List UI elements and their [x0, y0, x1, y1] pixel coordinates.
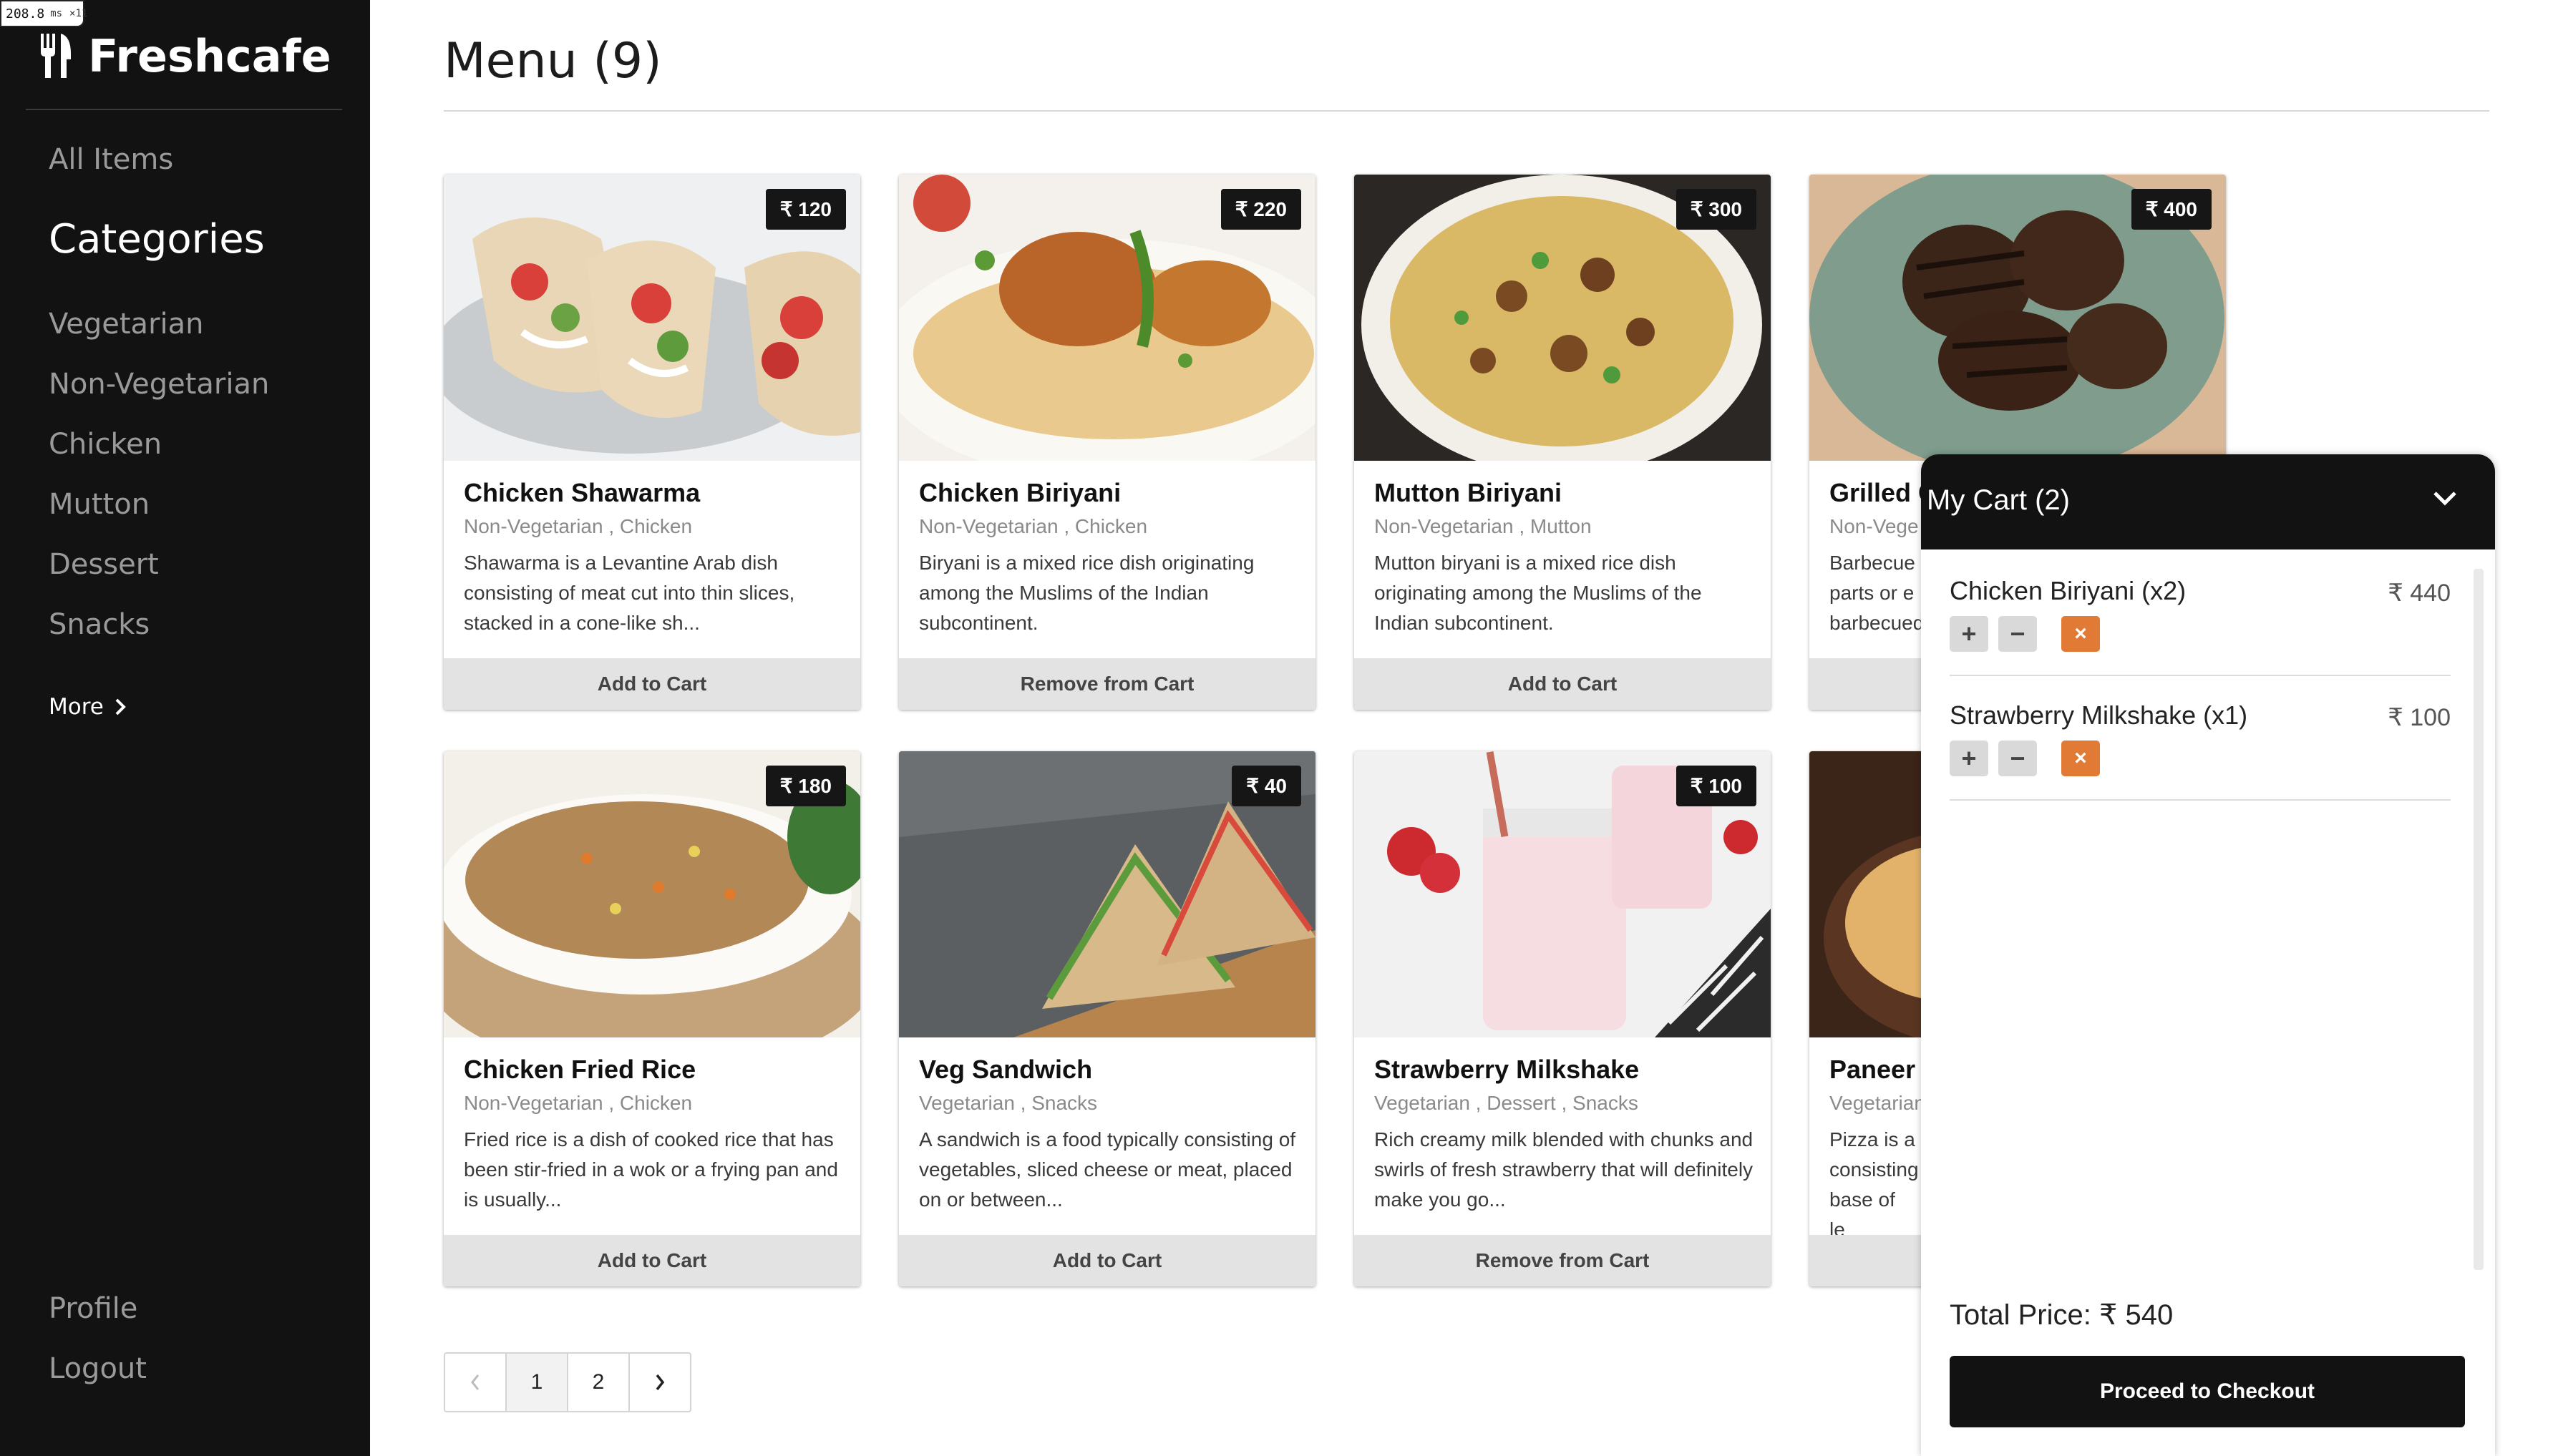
- item-name: Mutton Biriyani: [1374, 478, 1562, 507]
- item-categories: Non-Vegetarian , Mutton: [1374, 515, 1592, 537]
- nav-profile[interactable]: Profile: [49, 1292, 137, 1325]
- item-categories: Vegetarian , Dessert , Snacks: [1374, 1092, 1638, 1114]
- category-snacks[interactable]: Snacks: [49, 608, 150, 641]
- item-description: Mutton biryani is a mixed rice dish orig…: [1374, 552, 1702, 634]
- add-to-cart-button[interactable]: Add to Cart: [444, 658, 860, 710]
- chevron-right-icon: [115, 698, 126, 715]
- nav-all-items[interactable]: All Items: [49, 143, 173, 176]
- menu-card: ₹ 220 Chicken Biriyani Non-Vegetarian , …: [899, 175, 1315, 710]
- item-name: Strawberry Milkshake: [1374, 1055, 1640, 1084]
- item-description: Biryani is a mixed rice dish originating…: [919, 552, 1255, 634]
- perf-unit: ms: [50, 8, 63, 19]
- nav-logout[interactable]: Logout: [49, 1352, 147, 1385]
- perf-time: 208.8: [6, 6, 45, 21]
- item-description: Rich creamy milk blended with chunks and…: [1374, 1128, 1754, 1211]
- perf-count: ×11: [69, 8, 88, 19]
- pagination: 1 2: [444, 1352, 691, 1412]
- menu-card: ₹ 180 Chicken Fried Rice Non-Vegetarian …: [444, 751, 860, 1286]
- item-categories: Vegetarian , Snacks: [919, 1092, 1098, 1114]
- price-badge: ₹ 400: [2131, 189, 2212, 230]
- page-1-button[interactable]: 1: [507, 1354, 568, 1411]
- menu-card: ₹ 300 Mutton Biriyani Non-Vegetarian , M…: [1354, 175, 1771, 710]
- item-name: Veg Sandwich: [919, 1055, 1093, 1084]
- remove-from-cart-button[interactable]: Remove from Cart: [1354, 1235, 1771, 1286]
- remove-item-button[interactable]: ×: [2061, 741, 2100, 776]
- item-description: Shawarma is a Levantine Arab dish consis…: [464, 552, 795, 634]
- cart-total: Total Price: ₹ 540: [1950, 1299, 2174, 1331]
- decrease-quantity-button[interactable]: −: [1998, 741, 2037, 776]
- add-to-cart-button[interactable]: Add to Cart: [444, 1235, 860, 1286]
- item-categories: Non-Vege: [1829, 515, 1919, 537]
- cart-item: Chicken Biriyani (x2) ₹ 440 + − ×: [1950, 569, 2451, 676]
- add-to-cart-button[interactable]: Add to Cart: [899, 1235, 1315, 1286]
- item-categories: Non-Vegetarian , Chicken: [464, 515, 693, 537]
- item-categories: Non-Vegetarian , Chicken: [464, 1092, 693, 1114]
- increase-quantity-button[interactable]: +: [1950, 616, 1988, 652]
- item-name: Chicken Biriyani: [919, 478, 1122, 507]
- price-badge: ₹ 180: [765, 766, 846, 806]
- item-name: Paneer I: [1829, 1055, 1930, 1084]
- category-chicken[interactable]: Chicken: [49, 428, 162, 461]
- item-name: Chicken Shawarma: [464, 478, 701, 507]
- cart-item: Strawberry Milkshake (x1) ₹ 100 + − ×: [1950, 693, 2451, 801]
- chevron-left-icon: [471, 1374, 480, 1390]
- price-badge: ₹ 40: [1232, 766, 1301, 806]
- category-non-vegetarian[interactable]: Non-Vegetarian: [49, 368, 269, 401]
- cart-item-name: Strawberry Milkshake (x1): [1950, 700, 2248, 730]
- increase-quantity-button[interactable]: +: [1950, 741, 1988, 776]
- price-badge: ₹ 300: [1676, 189, 1756, 230]
- more-label: More: [49, 694, 104, 720]
- fork-knife-icon: [41, 33, 71, 78]
- category-dessert[interactable]: Dessert: [49, 548, 159, 581]
- page-title: Menu (9): [444, 33, 662, 89]
- item-description: A sandwich is a food typically consistin…: [919, 1128, 1296, 1211]
- remove-from-cart-button[interactable]: Remove from Cart: [899, 658, 1315, 710]
- cart-header[interactable]: My Cart (2): [1921, 454, 2495, 549]
- price-badge: ₹ 220: [1220, 189, 1301, 230]
- category-vegetarian[interactable]: Vegetarian: [49, 308, 203, 341]
- cart-item-name: Chicken Biriyani (x2): [1950, 576, 2187, 605]
- divider: [26, 109, 342, 110]
- checkout-button[interactable]: Proceed to Checkout: [1950, 1356, 2465, 1427]
- cart-title: My Cart (2): [1927, 484, 2070, 516]
- price-badge: ₹ 100: [1676, 766, 1756, 806]
- item-name: Chicken Fried Rice: [464, 1055, 696, 1084]
- chevron-right-icon: [656, 1374, 665, 1391]
- menu-card: ₹ 40 Veg Sandwich Vegetarian , Snacks A …: [899, 751, 1315, 1286]
- chevron-down-icon[interactable]: [2431, 487, 2459, 509]
- menu-card: ₹ 120 Chicken Shawarma Non-Vegetarian , …: [444, 175, 860, 710]
- divider: [444, 110, 2489, 112]
- category-mutton[interactable]: Mutton: [49, 488, 150, 521]
- decrease-quantity-button[interactable]: −: [1998, 616, 2037, 652]
- more-button[interactable]: More: [49, 694, 127, 720]
- perf-overlay: 208.8 ms ×11: [0, 0, 88, 27]
- categories-heading: Categories: [49, 216, 265, 263]
- prev-page-button[interactable]: [445, 1354, 507, 1411]
- add-to-cart-button[interactable]: Add to Cart: [1354, 658, 1771, 710]
- item-categories: Non-Vegetarian , Chicken: [919, 515, 1148, 537]
- cart-item-price: ₹ 440: [2388, 580, 2451, 607]
- item-description: Pizza is a consisting base of le: [1829, 1128, 1919, 1241]
- next-page-button[interactable]: [630, 1354, 690, 1411]
- remove-item-button[interactable]: ×: [2061, 616, 2100, 652]
- sidebar: Freshcafe All Items Categories Vegetaria…: [0, 0, 370, 1456]
- brand[interactable]: Freshcafe: [39, 30, 331, 82]
- item-description: Fried rice is a dish of cooked rice that…: [464, 1128, 838, 1211]
- menu-card: ₹ 100 Strawberry Milkshake Vegetarian , …: [1354, 751, 1771, 1286]
- item-categories: Vegetarian: [1829, 1092, 1925, 1114]
- brand-name: Freshcafe: [88, 30, 331, 82]
- page-2-button[interactable]: 2: [568, 1354, 630, 1411]
- price-badge: ₹ 120: [765, 189, 846, 230]
- cart-scrollbar[interactable]: [2474, 569, 2484, 1270]
- item-description: Barbecue parts or e barbecued: [1829, 552, 1925, 634]
- cart-panel: My Cart (2) Chicken Biriyani (x2) ₹ 440 …: [1921, 454, 2495, 1456]
- cart-item-price: ₹ 100: [2388, 704, 2451, 731]
